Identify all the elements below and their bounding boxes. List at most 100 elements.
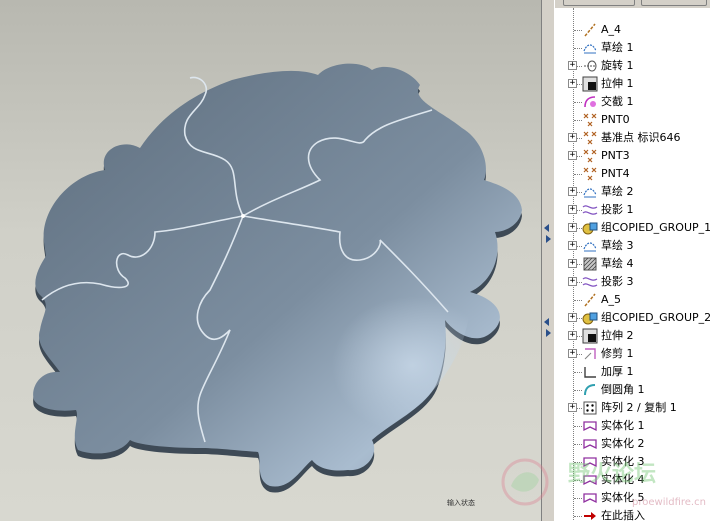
- tree-item[interactable]: + 投影 3: [555, 273, 710, 291]
- intersect-icon: [584, 96, 596, 108]
- panel-splitter[interactable]: [541, 0, 555, 521]
- tree-connector: [574, 174, 582, 175]
- expand-right-arrow-icon[interactable]: [546, 329, 551, 337]
- model-tree-panel[interactable]: A_4 草绘 1 + 旋转 1 + 拉伸 1 交截 1 PNT0 + 基准点 标识646 + PNT3…: [555, 0, 710, 521]
- seam-center-point: [241, 214, 245, 218]
- expand-toggle-icon[interactable]: +: [568, 259, 577, 268]
- tree-item[interactable]: A_4: [555, 21, 710, 39]
- tree-item[interactable]: + 拉伸 1: [555, 75, 710, 93]
- tree-item[interactable]: + 修剪 1: [555, 345, 710, 363]
- tree-item[interactable]: 交截 1: [555, 93, 710, 111]
- extrude-icon: [582, 328, 598, 344]
- tree-item[interactable]: + 草绘 4: [555, 255, 710, 273]
- tree-item[interactable]: 草绘 1: [555, 39, 710, 57]
- datum-point-icon: [583, 149, 597, 163]
- tree-item[interactable]: PNT4: [555, 165, 710, 183]
- expand-toggle-icon[interactable]: +: [568, 277, 577, 286]
- group-icon: [582, 312, 598, 325]
- datum-axis-icon: [584, 23, 596, 37]
- solidify-icon: [583, 439, 597, 450]
- tree-connector: [574, 102, 582, 103]
- tree-connector: [574, 372, 582, 373]
- pattern-icon: [583, 401, 597, 415]
- tree-item[interactable]: 在此插入: [555, 507, 710, 521]
- expand-toggle-icon[interactable]: +: [568, 349, 577, 358]
- tree-item[interactable]: + 组COPIED_GROUP_2: [555, 309, 710, 327]
- expand-toggle-icon[interactable]: +: [568, 79, 577, 88]
- tree-connector: [574, 390, 582, 391]
- datum-point-icon: [583, 131, 597, 145]
- tree-item[interactable]: + 草绘 3: [555, 237, 710, 255]
- tree-item[interactable]: + 草绘 2: [555, 183, 710, 201]
- tree-item-label: PNT3: [601, 149, 630, 162]
- tree-item-label: 草绘 4: [601, 257, 634, 270]
- tree-item[interactable]: + 阵列 2 / 复制 1: [555, 399, 710, 417]
- tree-item[interactable]: + 投影 1: [555, 201, 710, 219]
- expand-toggle-icon[interactable]: +: [568, 61, 577, 70]
- tree-item-label: 实体化 2: [601, 437, 645, 450]
- tree-item[interactable]: A_5: [555, 291, 710, 309]
- expand-toggle-icon[interactable]: +: [568, 403, 577, 412]
- tree-item-label: A_4: [601, 23, 622, 36]
- tree-item-label: 组COPIED_GROUP_2: [601, 311, 710, 324]
- tree-item-label: 交截 1: [601, 95, 634, 108]
- tree-connector: [574, 48, 582, 49]
- tree-item-label: 加厚 1: [601, 365, 634, 378]
- tree-item[interactable]: + 拉伸 2: [555, 327, 710, 345]
- expand-toggle-icon[interactable]: +: [568, 241, 577, 250]
- tree-item[interactable]: + 旋转 1: [555, 57, 710, 75]
- tree-item-label: 草绘 2: [601, 185, 634, 198]
- expand-right-arrow-icon[interactable]: [546, 235, 551, 243]
- tree-item[interactable]: 倒圆角 1: [555, 381, 710, 399]
- tree-item[interactable]: 实体化 2: [555, 435, 710, 453]
- collapse-left-arrow-icon[interactable]: [544, 318, 549, 326]
- tree-item[interactable]: PNT0: [555, 111, 710, 129]
- tree-item[interactable]: + PNT3: [555, 147, 710, 165]
- watermark-text: 野火论坛: [568, 462, 657, 487]
- expand-toggle-icon[interactable]: +: [568, 313, 577, 322]
- puzzle-model[interactable]: [0, 0, 541, 521]
- tree-item-label: 组COPIED_GROUP_1: [601, 221, 710, 234]
- collapse-left-arrow-icon[interactable]: [544, 224, 549, 232]
- tree-item-label: 阵列 2 / 复制 1: [601, 401, 677, 414]
- tree-item-label: 投影 3: [601, 275, 634, 288]
- insert-here-arrow-icon: [584, 512, 596, 520]
- tree-connector: [574, 30, 582, 31]
- sketch-icon: [583, 44, 597, 54]
- sketch-hatched-icon: [583, 257, 597, 271]
- datum-point-icon: [583, 113, 597, 127]
- viewport-status-text: 输入状态: [447, 499, 475, 507]
- tree-item[interactable]: + 基准点 标识646: [555, 129, 710, 147]
- sketch-icon: [583, 242, 597, 252]
- tree-item-label: 基准点 标识646: [601, 131, 681, 144]
- tree-toolbar-button[interactable]: [641, 0, 707, 6]
- expand-toggle-icon[interactable]: +: [568, 151, 577, 160]
- tree-connector: [574, 498, 582, 499]
- expand-toggle-icon[interactable]: +: [568, 331, 577, 340]
- tree-item-label: 草绘 3: [601, 239, 634, 252]
- watermark-url: proewildfire.cn: [632, 497, 706, 508]
- expand-toggle-icon[interactable]: +: [568, 133, 577, 142]
- tree-item[interactable]: 加厚 1: [555, 363, 710, 381]
- tree-item-label: 拉伸 1: [601, 77, 634, 90]
- projection-icon: [582, 205, 598, 215]
- tree-item-label: PNT4: [601, 167, 630, 180]
- tree-item-label: 投影 1: [601, 203, 634, 216]
- tree-connector: [574, 426, 582, 427]
- graphics-viewport[interactable]: 输入状态: [0, 0, 541, 521]
- expand-toggle-icon[interactable]: +: [568, 223, 577, 232]
- tree-item-label: 旋转 1: [601, 59, 634, 72]
- tree-toolbar-button[interactable]: [563, 0, 635, 6]
- tree-item-label: 拉伸 2: [601, 329, 634, 342]
- expand-toggle-icon[interactable]: +: [568, 187, 577, 196]
- expand-toggle-icon[interactable]: +: [568, 205, 577, 214]
- tree-item-label: 修剪 1: [601, 347, 634, 360]
- revolve-icon: [584, 60, 597, 72]
- tree-item-label: 在此插入: [601, 509, 645, 521]
- tree-item[interactable]: + 组COPIED_GROUP_1: [555, 219, 710, 237]
- tree-item[interactable]: 实体化 1: [555, 417, 710, 435]
- sketch-icon: [583, 188, 597, 198]
- datum-point-icon: [583, 167, 597, 181]
- tree-item-label: 草绘 1: [601, 41, 634, 54]
- model-tree-toolbar: [555, 0, 710, 8]
